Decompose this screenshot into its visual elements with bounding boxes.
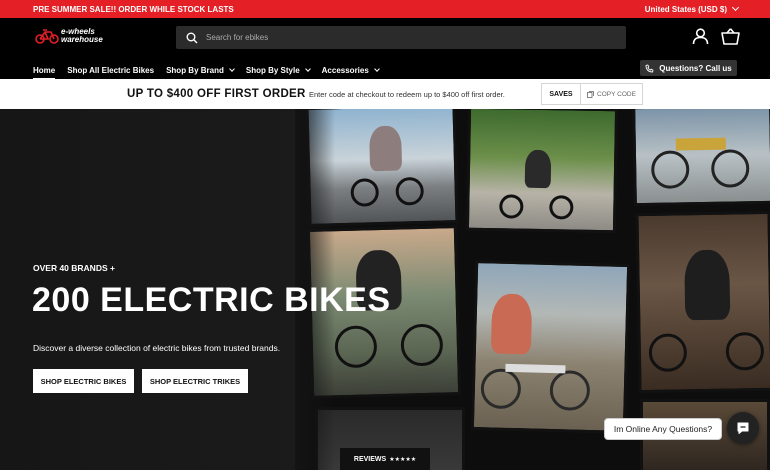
nav-item-shop-by-style[interactable]: Shop By Style [245, 63, 311, 77]
bike-photo [632, 109, 770, 207]
rider-photo [635, 210, 770, 394]
copy-icon [587, 90, 594, 98]
shop-electric-bikes-button[interactable]: SHOP ELECTRIC BIKES [33, 369, 134, 393]
chat-icon [737, 422, 749, 434]
phone-icon [645, 63, 654, 72]
search-input[interactable] [206, 33, 606, 42]
region-label: United States (USD $) [644, 4, 727, 14]
shop-electric-trikes-button[interactable]: SHOP ELECTRIC TRIKES [142, 369, 248, 393]
promo-banner: UP TO $400 OFF FIRST ORDER Enter code at… [0, 79, 770, 109]
logo-text-line2: warehouse [61, 35, 103, 44]
nav-item-accessories[interactable]: Accessories [321, 63, 380, 77]
cart-icon[interactable] [721, 28, 740, 45]
call-us-button[interactable]: Questions? Call us [640, 60, 737, 76]
announcement-text: PRE SUMMER SALE!! ORDER WHILE STOCK LAST… [33, 4, 234, 14]
nav-label: Shop By Style [245, 65, 300, 75]
logo[interactable]: e-wheels warehouse [35, 28, 103, 44]
hero-eyebrow: OVER 40 BRANDS + [33, 263, 115, 273]
main-nav: Home Shop All Electric Bikes Shop By Bra… [33, 63, 380, 79]
hero-description: Discover a diverse collection of electri… [33, 343, 281, 353]
account-icon[interactable] [692, 28, 709, 45]
hero-section: OVER 40 BRANDS + 200 ELECTRIC BIKES Disc… [0, 109, 770, 470]
promo-text: Enter code at checkout to redeem up to $… [309, 90, 505, 99]
rider-photo [465, 109, 619, 234]
promo-title: UP TO $400 OFF FIRST ORDER [127, 88, 306, 100]
site-header: e-wheels warehouse Home Shop All Electri… [0, 18, 770, 79]
search-bar[interactable] [176, 26, 626, 49]
bike-logo-icon [35, 29, 59, 44]
chat-button[interactable] [727, 412, 759, 444]
chevron-down-icon [731, 3, 740, 12]
reviews-label: REVIEWS [353, 455, 387, 463]
star-rating: ★★★★★ [389, 456, 417, 463]
nav-item-shop-by-brand[interactable]: Shop By Brand [166, 63, 235, 77]
call-us-label: Questions? Call us [659, 63, 732, 73]
copy-code-label: COPY CODE [597, 90, 636, 98]
chevron-down-icon [373, 66, 380, 72]
copy-code-button[interactable]: COPY CODE [581, 84, 642, 104]
promo-code-box: SAVES COPY CODE [541, 83, 643, 105]
chat-greeting-bubble[interactable]: Im Online Any Questions? [604, 418, 722, 440]
nav-item-shop-all[interactable]: Shop All Electric Bikes [67, 63, 154, 77]
nav-label: Shop By Brand [166, 65, 224, 75]
chevron-down-icon [229, 66, 235, 72]
chevron-down-icon [304, 66, 311, 72]
promo-code: SAVES [542, 84, 581, 104]
announcement-bar: PRE SUMMER SALE!! ORDER WHILE STOCK LAST… [0, 0, 770, 18]
nav-label: Accessories [321, 65, 369, 75]
search-icon [186, 32, 198, 43]
rider-photo [470, 260, 631, 434]
nav-label: Home [33, 65, 56, 75]
nav-item-home[interactable]: Home [33, 63, 56, 79]
region-selector[interactable]: United States (USD $) [644, 3, 740, 14]
nav-label: Shop All Electric Bikes [67, 65, 155, 75]
reviews-tab[interactable]: REVIEWS ★★★★★ [340, 448, 430, 470]
hero-title: 200 ELECTRIC BIKES [32, 281, 391, 319]
